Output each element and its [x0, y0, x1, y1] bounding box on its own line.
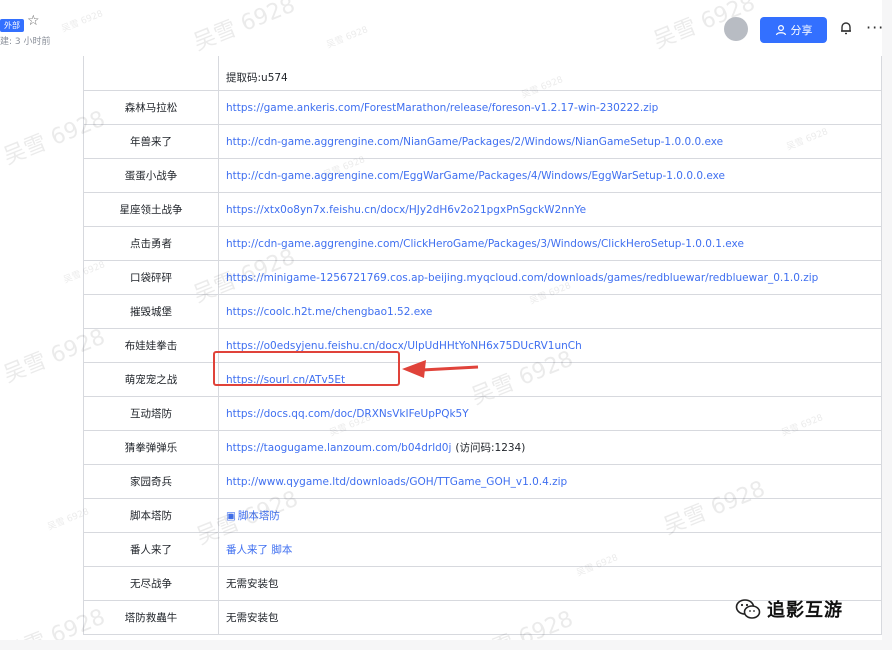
game-name-cell: 塔防救蟲牛	[83, 600, 219, 635]
share-button[interactable]: 分享	[760, 17, 827, 43]
table-row: 年兽来了 http://cdn-game.aggrengine.com/NianG…	[83, 124, 882, 159]
table-row: 萌宠宠之战 https://sourl.cn/ATv5Et	[83, 362, 882, 397]
game-name-cell: 年兽来了	[83, 124, 219, 159]
table-row: 星座领土战争 https://xtx0o8yn7x.feishu.cn/docx/…	[83, 192, 882, 227]
cell-text: 提取码:u574	[226, 72, 288, 84]
bell-icon[interactable]	[838, 20, 854, 36]
brand-text: 追影互游	[767, 600, 843, 621]
download-link-cell: https://taogugame.lanzoum.com/b04drld0j (…	[218, 430, 882, 465]
download-link-cell: https://xtx0o8yn7x.feishu.cn/docx/HJy2dH…	[218, 192, 882, 227]
cell-text: 无需安装包	[226, 578, 279, 590]
download-link[interactable]: https://docs.qq.com/doc/DRXNsVkIFeUpPQk5…	[226, 408, 469, 420]
download-link[interactable]: https://game.ankeris.com/ForestMarathon/…	[226, 102, 658, 114]
game-name-cell: 森林马拉松	[83, 90, 219, 125]
download-link[interactable]: https://minigame-1256721769.cos.ap-beiji…	[226, 272, 818, 284]
doc-meta-text: 建: 3 小时前	[0, 37, 51, 47]
game-name-cell: 布娃娃拳击	[83, 328, 219, 363]
download-link[interactable]: https://taogugame.lanzoum.com/b04drld0j	[226, 442, 451, 454]
download-link-cell: http://cdn-game.aggrengine.com/NianGame/…	[218, 124, 882, 159]
game-name-cell: 点击勇者	[83, 226, 219, 261]
game-name-cell: 家园奇兵	[83, 464, 219, 499]
download-link[interactable]: https://xtx0o8yn7x.feishu.cn/docx/HJy2dH…	[226, 204, 586, 216]
star-icon[interactable]: ☆	[27, 13, 40, 29]
table-row: 森林马拉松 https://game.ankeris.com/ForestMara…	[83, 90, 882, 125]
table-row: 番人来了 番人来了 脚本	[83, 532, 882, 567]
download-link-cell: https://game.ankeris.com/ForestMarathon/…	[218, 90, 882, 125]
top-bar: 外部 ☆ 建: 3 小时前 分享 ···	[0, 0, 882, 56]
user-add-icon	[775, 24, 786, 36]
table-row: 口袋砰砰 https://minigame-1256721769.cos.ap-b…	[83, 260, 882, 295]
game-name-cell: 星座领土战争	[83, 192, 219, 227]
doc-icon: ▣	[226, 510, 236, 522]
table-row: 蛋蛋小战争 http://cdn-game.aggrengine.com/EggW…	[83, 158, 882, 193]
game-name-cell: 脚本塔防	[83, 498, 219, 533]
game-name-cell: 互动塔防	[83, 396, 219, 431]
download-link-cell: http://cdn-game.aggrengine.com/ClickHero…	[218, 226, 882, 261]
game-name-cell: 萌宠宠之战	[83, 362, 219, 397]
cell-text: 无需安装包	[226, 612, 279, 624]
download-link-cell: https://minigame-1256721769.cos.ap-beiji…	[218, 260, 882, 295]
download-link[interactable]: http://cdn-game.aggrengine.com/NianGame/…	[226, 136, 723, 148]
table-row: 猜拳弹弹乐 https://taogugame.lanzoum.com/b04dr…	[83, 430, 882, 465]
game-name-cell: 番人来了	[83, 532, 219, 567]
download-link[interactable]: http://cdn-game.aggrengine.com/ClickHero…	[226, 238, 744, 250]
brand-overlay: 追影互游	[735, 596, 843, 622]
table-row: 互动塔防 https://docs.qq.com/doc/DRXNsVkIFeUp…	[83, 396, 882, 431]
download-link[interactable]: 脚本塔防	[238, 510, 280, 522]
game-name-cell: 口袋砰砰	[83, 260, 219, 295]
table-row: 摧毁城堡 https://coolc.h2t.me/chengbao1.52.ex…	[83, 294, 882, 329]
document-page: 外部 ☆ 建: 3 小时前 分享 ··· 提取码:u574 森林马拉松 https:…	[0, 0, 882, 640]
game-links-table: 提取码:u574 森林马拉松 https://game.ankeris.com/Fo…	[83, 47, 882, 635]
annotation-highlight-box	[213, 351, 400, 386]
doc-tag-badge: 外部	[0, 19, 24, 32]
share-label: 分享	[790, 24, 813, 37]
annotation-arrow-icon	[402, 360, 479, 378]
table-row: 家园奇兵 http://www.qygame.ltd/downloads/GOH/…	[83, 464, 882, 499]
download-link[interactable]: http://cdn-game.aggrengine.com/EggWarGam…	[226, 170, 725, 182]
download-link[interactable]: http://www.qygame.ltd/downloads/GOH/TTGa…	[226, 476, 567, 488]
game-name-cell: 猜拳弹弹乐	[83, 430, 219, 465]
download-link[interactable]: 番人来了 脚本	[226, 544, 292, 556]
table-row: 脚本塔防 ▣ 脚本塔防	[83, 498, 882, 533]
access-code-text: (访问码:1234)	[455, 442, 526, 454]
download-link[interactable]: https://coolc.h2t.me/chengbao1.52.exe	[226, 306, 432, 318]
game-name-cell: 蛋蛋小战争	[83, 158, 219, 193]
table-row: 布娃娃拳击 https://o0edsyjenu.feishu.cn/docx/U…	[83, 328, 882, 363]
download-link-cell: http://cdn-game.aggrengine.com/EggWarGam…	[218, 158, 882, 193]
download-link[interactable]: https://o0edsyjenu.feishu.cn/docx/UlpUdH…	[226, 340, 582, 352]
wechat-icon	[735, 599, 761, 619]
table-row: 点击勇者 http://cdn-game.aggrengine.com/Click…	[83, 226, 882, 261]
download-link-cell: 番人来了 脚本	[218, 532, 882, 567]
game-name-cell: 摧毁城堡	[83, 294, 219, 329]
avatar[interactable]	[724, 17, 748, 41]
download-link-cell: ▣ 脚本塔防	[218, 498, 882, 533]
download-link-cell: http://www.qygame.ltd/downloads/GOH/TTGa…	[218, 464, 882, 499]
more-icon[interactable]: ···	[866, 18, 882, 37]
download-link-cell: https://docs.qq.com/doc/DRXNsVkIFeUpPQk5…	[218, 396, 882, 431]
game-name-cell: 无尽战争	[83, 566, 219, 601]
download-link-cell: https://coolc.h2t.me/chengbao1.52.exe	[218, 294, 882, 329]
